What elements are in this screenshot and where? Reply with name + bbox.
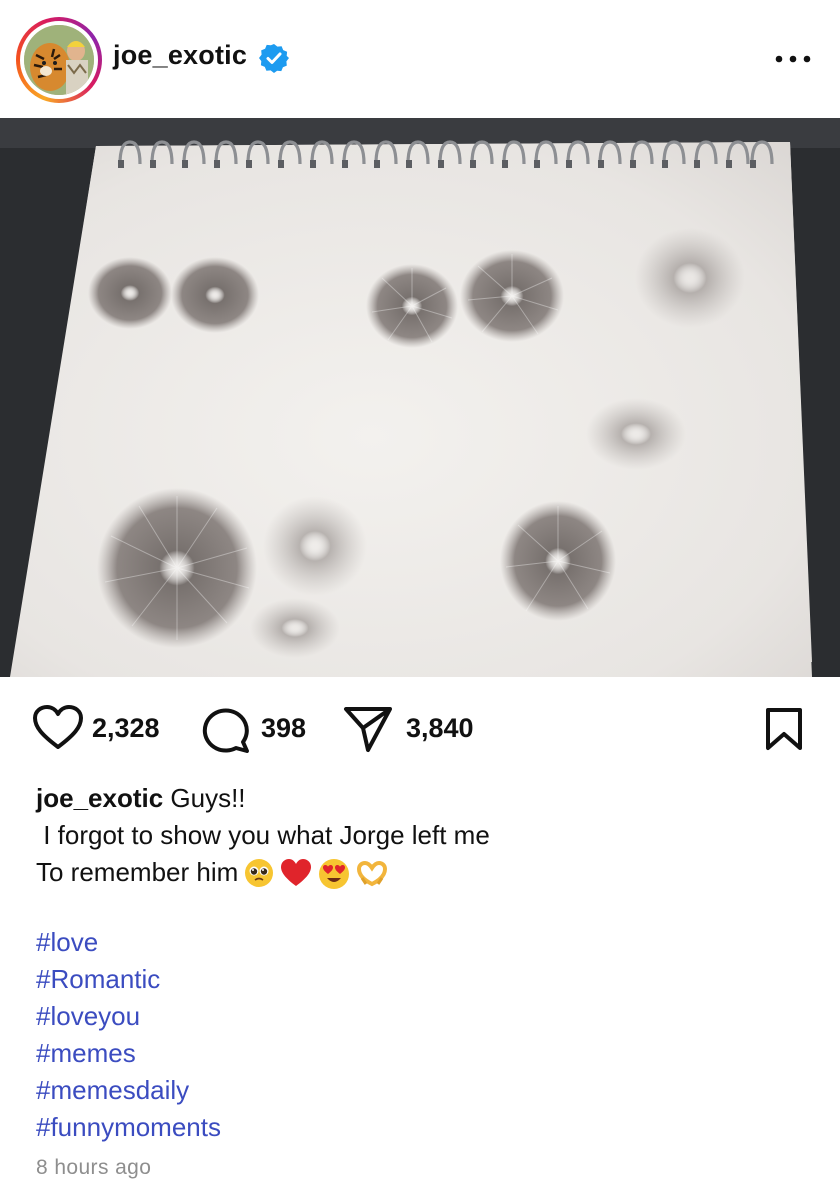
hashtag-link[interactable]: #Romantic (36, 961, 221, 998)
username[interactable]: joe_exotic (113, 40, 247, 71)
heart-eyes-icon (319, 859, 350, 890)
caption-third-line: To remember him (36, 854, 816, 891)
comment-icon[interactable] (200, 705, 250, 758)
caption-username[interactable]: joe_exotic (36, 783, 163, 813)
heart-hands-icon (357, 861, 388, 887)
hashtag-link[interactable]: #memesdaily (36, 1072, 221, 1109)
action-bar: 2,328 398 3,840 (0, 677, 840, 777)
caption-first-line: joe_exotic Guys!! (36, 780, 816, 817)
send-icon[interactable] (343, 705, 393, 758)
hashtag-link[interactable]: #funnymoments (36, 1109, 221, 1146)
hashtag-link[interactable]: #loveyou (36, 998, 221, 1035)
emoji-row (244, 858, 388, 890)
caption-text-1: Guys!! (163, 783, 246, 813)
pleading-face-icon (245, 859, 274, 888)
caption-text-2: I forgot to show you what Jorge left me (36, 820, 490, 850)
spore-print-photo (0, 118, 840, 677)
avatar[interactable] (24, 25, 94, 95)
hashtag-list: #love #Romantic #loveyou #memes #memesda… (36, 924, 221, 1146)
red-heart-icon (281, 859, 312, 887)
story-ring[interactable] (16, 17, 102, 103)
hashtag-link[interactable]: #memes (36, 1035, 221, 1072)
comment-count[interactable]: 398 (261, 713, 306, 744)
bookmark-icon[interactable] (764, 707, 804, 756)
more-horizontal-icon[interactable] (770, 44, 816, 74)
caption-text-3: To remember him (36, 857, 239, 887)
hashtag-link[interactable]: #love (36, 924, 221, 961)
post-image[interactable] (0, 118, 840, 677)
verified-badge-icon (259, 43, 289, 73)
share-count[interactable]: 3,840 (406, 713, 474, 744)
like-count[interactable]: 2,328 (92, 713, 160, 744)
caption: joe_exotic Guys!! I forgot to show you w… (36, 780, 816, 891)
post-timestamp: 8 hours ago (36, 1156, 152, 1179)
heart-icon[interactable] (32, 705, 84, 756)
post-header: joe_exotic (0, 0, 840, 118)
